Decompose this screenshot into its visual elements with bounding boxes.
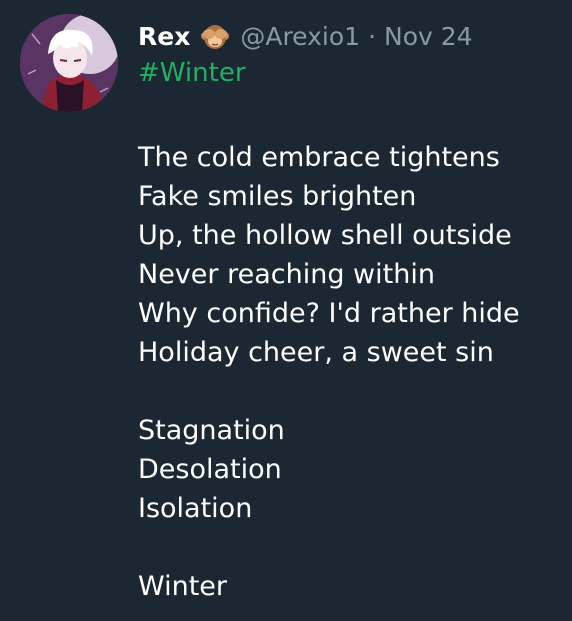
tweet-header: Rex @Arexio1 · Nov 24 [138, 16, 473, 56]
stanza: The cold embrace tightens Fake smiles br… [138, 138, 520, 372]
poem-line: Why confide? I'd rather hide [138, 298, 520, 329]
see-no-evil-monkey-icon [200, 21, 230, 51]
separator-dot: · [368, 21, 377, 51]
tweet-body: The cold embrace tightens Fake smiles br… [138, 138, 520, 606]
tweet-date[interactable]: Nov 24 [384, 22, 473, 51]
poem-line: Never reaching within [138, 259, 435, 290]
avatar[interactable] [20, 14, 118, 112]
poem-line: Desolation [138, 454, 282, 485]
poem-line: Fake smiles brighten [138, 181, 417, 212]
poem-line: The cold embrace tightens [138, 142, 500, 173]
poem-line: Isolation [138, 493, 253, 524]
hashtag-link[interactable]: #Winter [138, 58, 246, 88]
poem-line: Winter [138, 571, 228, 602]
tweet: Rex @Arexio1 · Nov 24 #Winter The cold e… [0, 0, 572, 621]
avatar-image [20, 14, 118, 112]
stanza: Winter [138, 567, 520, 606]
poem-line: Holiday cheer, a sweet sin [138, 337, 494, 368]
poem-line: Up, the hollow shell outside [138, 220, 512, 251]
user-handle[interactable]: @Arexio1 [240, 22, 360, 51]
poem-line: Stagnation [138, 415, 285, 446]
stanza: Stagnation Desolation Isolation [138, 411, 520, 528]
display-name[interactable]: Rex [138, 22, 190, 51]
